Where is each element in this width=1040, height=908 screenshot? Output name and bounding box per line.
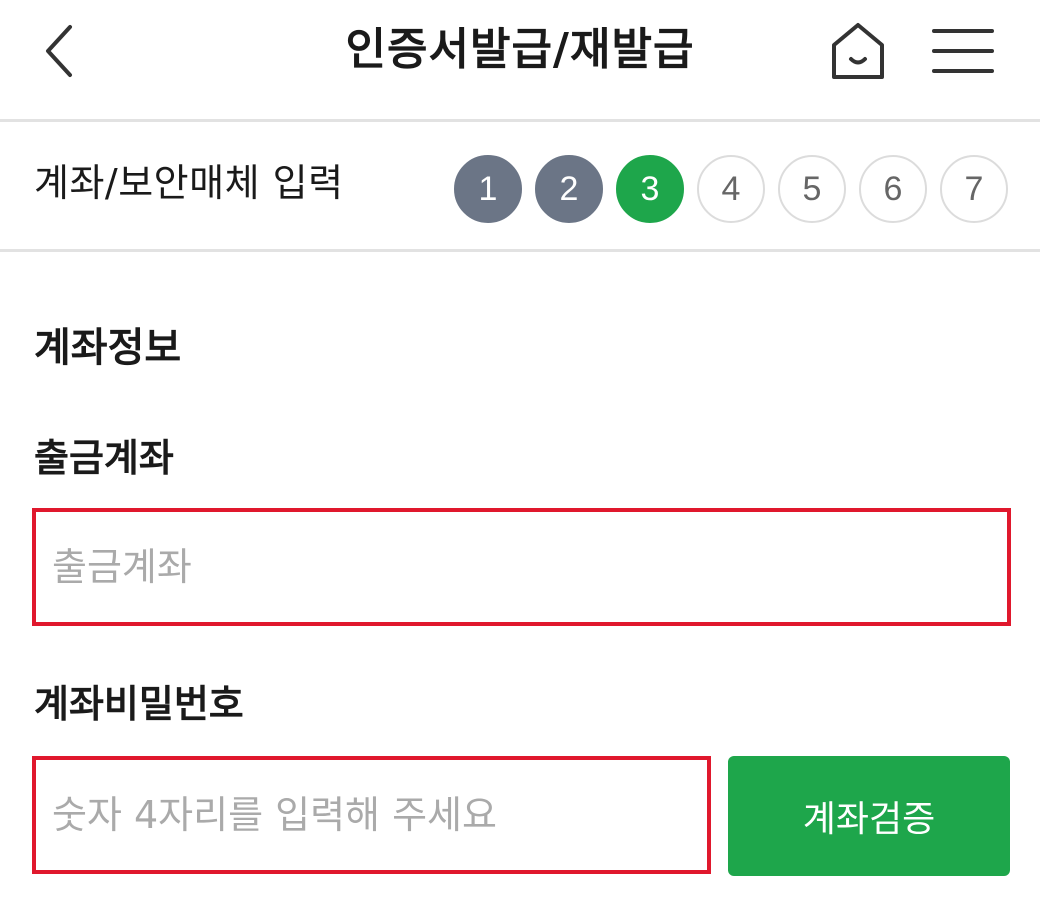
step-2: 2 (535, 155, 603, 223)
step-5: 5 (778, 155, 846, 223)
app-screen: 인증서발급/재발급 계좌/보안매체 입력 1 2 3 4 5 6 7 계좌정보 … (0, 0, 1040, 908)
withdrawal-account-field[interactable] (32, 508, 1011, 626)
withdrawal-account-label: 출금계좌 (34, 436, 174, 480)
home-icon (832, 23, 884, 79)
section-title-account-info: 계좌정보 (34, 325, 182, 371)
step-title: 계좌/보안매체 입력 (34, 161, 344, 205)
withdrawal-account-input[interactable] (52, 512, 1007, 622)
menu-button[interactable] (926, 20, 1000, 80)
home-button[interactable] (822, 18, 894, 84)
step-1: 1 (454, 155, 522, 223)
account-password-input[interactable] (52, 760, 707, 870)
top-header: 인증서발급/재발급 (0, 0, 1040, 122)
step-3-current: 3 (616, 155, 684, 223)
hamburger-menu-icon (932, 29, 994, 73)
step-7: 7 (940, 155, 1008, 223)
step-indicator-list: 1 2 3 4 5 6 7 (454, 155, 1008, 223)
account-password-label: 계좌비밀번호 (34, 682, 244, 726)
step-6: 6 (859, 155, 927, 223)
account-password-field[interactable] (32, 756, 711, 874)
verify-account-button[interactable]: 계좌검증 (728, 756, 1010, 876)
step-progress-bar: 계좌/보안매체 입력 1 2 3 4 5 6 7 (0, 125, 1040, 252)
step-4: 4 (697, 155, 765, 223)
